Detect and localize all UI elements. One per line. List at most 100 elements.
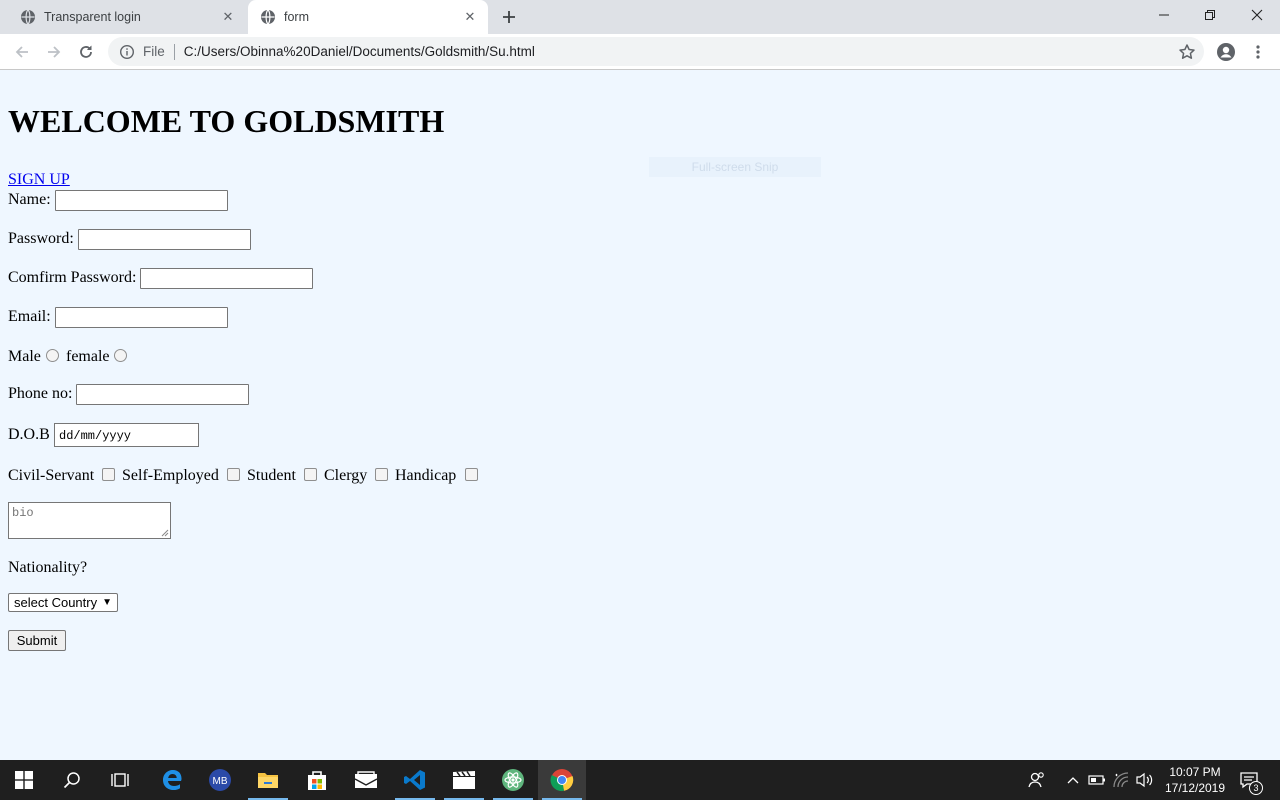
country-select-value: select Country [14,595,98,610]
country-select[interactable]: select Country ▼ [8,593,118,612]
atom-icon [502,769,524,791]
folder-icon [258,773,278,788]
browser-toolbar: File C:/Users/Obinna%20Daniel/Documents/… [0,34,1280,70]
malwarebytes-taskbar-icon[interactable]: MB [196,760,244,800]
globe-icon [260,9,276,25]
handicap-checkbox[interactable] [465,468,478,481]
start-button[interactable] [0,760,48,800]
occupation-label-clergy: Clergy [324,467,368,484]
civil-servant-checkbox[interactable] [102,468,115,481]
forward-arrow-icon [48,46,61,58]
occupation-label-student: Student [247,467,296,484]
signup-link[interactable]: SIGN UP [8,171,70,189]
minimize-button[interactable] [1141,0,1187,30]
tab-title: Transparent login [44,10,141,24]
task-view-button[interactable] [96,760,144,800]
confirm-password-label: Comfirm Password: [8,269,137,286]
occupation-label-handicap: Handicap [395,467,457,484]
forward-button[interactable] [41,39,67,65]
clapperboard-icon [453,771,475,789]
account-icon [1217,43,1235,61]
vscode-taskbar-icon[interactable] [391,760,439,800]
dob-date-input[interactable]: dd/mm/yyyy [54,423,199,447]
plus-icon [503,11,515,23]
clock-date: 17/12/2019 [1164,781,1226,795]
back-button[interactable] [9,39,35,65]
chevron-up-icon [1067,777,1079,784]
tab-form[interactable]: form ✕ [248,0,488,34]
password-input[interactable] [78,229,251,250]
name-label: Name: [8,191,51,208]
minimize-icon [1159,14,1169,16]
close-icon [1251,9,1263,21]
tab-title: form [284,10,309,24]
wifi-icon [1113,772,1129,788]
more-vert-icon [1256,45,1260,59]
network-button[interactable] [1110,760,1132,800]
file-explorer-taskbar-icon[interactable] [244,760,292,800]
self-employed-checkbox[interactable] [227,468,240,481]
volume-button[interactable] [1134,760,1156,800]
close-tab-icon[interactable]: ✕ [216,5,240,29]
clergy-checkbox[interactable] [375,468,388,481]
male-label: Male [8,348,41,365]
snip-overlay-hint: Full-screen Snip [649,157,821,177]
profile-button[interactable] [1213,39,1239,65]
movies-tv-taskbar-icon[interactable] [440,760,488,800]
info-icon[interactable] [119,44,135,60]
mail-taskbar-icon[interactable] [342,760,390,800]
male-radio[interactable] [46,349,59,362]
windows-logo-icon [15,771,33,789]
phone-input[interactable] [76,384,249,405]
edge-taskbar-icon[interactable] [148,760,196,800]
name-input[interactable] [55,190,228,211]
store-taskbar-icon[interactable] [293,760,341,800]
chrome-taskbar-icon[interactable] [538,760,586,800]
task-view-icon [111,773,129,787]
email-input[interactable] [55,307,228,328]
globe-icon [20,9,36,25]
show-hidden-icons-button[interactable] [1062,760,1084,800]
battery-button[interactable] [1086,760,1108,800]
search-button[interactable] [48,760,96,800]
action-center-button[interactable]: 3 [1236,760,1263,800]
battery-icon [1088,775,1105,785]
page-content: WELCOME TO GOLDSMITH Full-screen Snip SI… [0,71,1280,760]
student-checkbox[interactable] [304,468,317,481]
female-radio[interactable] [114,349,127,362]
confirm-password-input[interactable] [140,268,313,289]
tab-transparent-login[interactable]: Transparent login ✕ [8,0,246,34]
female-label: female [66,348,110,365]
restore-icon [1205,10,1215,20]
close-tab-icon[interactable]: ✕ [458,5,482,29]
close-window-button[interactable] [1234,0,1280,30]
scheme-label: File [143,44,165,59]
taskbar-clock[interactable]: 10:07 PM 17/12/2019 [1158,764,1232,796]
bio-textarea[interactable]: bio [8,502,171,539]
people-button[interactable] [1024,760,1050,800]
vscode-icon [404,770,425,790]
bio-placeholder: bio [12,506,34,520]
reload-button[interactable] [73,39,99,65]
nationality-label: Nationality? [8,559,88,576]
address-bar[interactable]: File C:/Users/Obinna%20Daniel/Documents/… [108,37,1204,66]
svg-text:MB: MB [213,776,228,787]
back-arrow-icon [15,46,28,58]
store-bag-icon [308,771,326,790]
speaker-icon [1136,772,1153,788]
windows-taskbar: MB 10:07 PM 17/12/2019 3 [0,760,1280,800]
new-tab-button[interactable] [496,5,522,29]
occupation-label-civil-servant: Civil-Servant [8,467,95,484]
resize-grip-icon[interactable] [161,529,169,537]
mail-envelope-icon [354,771,378,788]
atom-taskbar-icon[interactable] [489,760,537,800]
bookmark-star-icon[interactable] [1178,43,1196,61]
malwarebytes-icon: MB [209,769,231,791]
edge-icon [163,770,182,790]
url-text[interactable]: C:/Users/Obinna%20Daniel/Documents/Golds… [184,44,535,59]
occupation-label-self-employed: Self-Employed [122,467,219,484]
restore-button[interactable] [1187,0,1233,30]
dob-label: D.O.B [8,426,50,443]
submit-button[interactable]: Submit [8,630,66,651]
menu-button[interactable] [1245,39,1271,65]
